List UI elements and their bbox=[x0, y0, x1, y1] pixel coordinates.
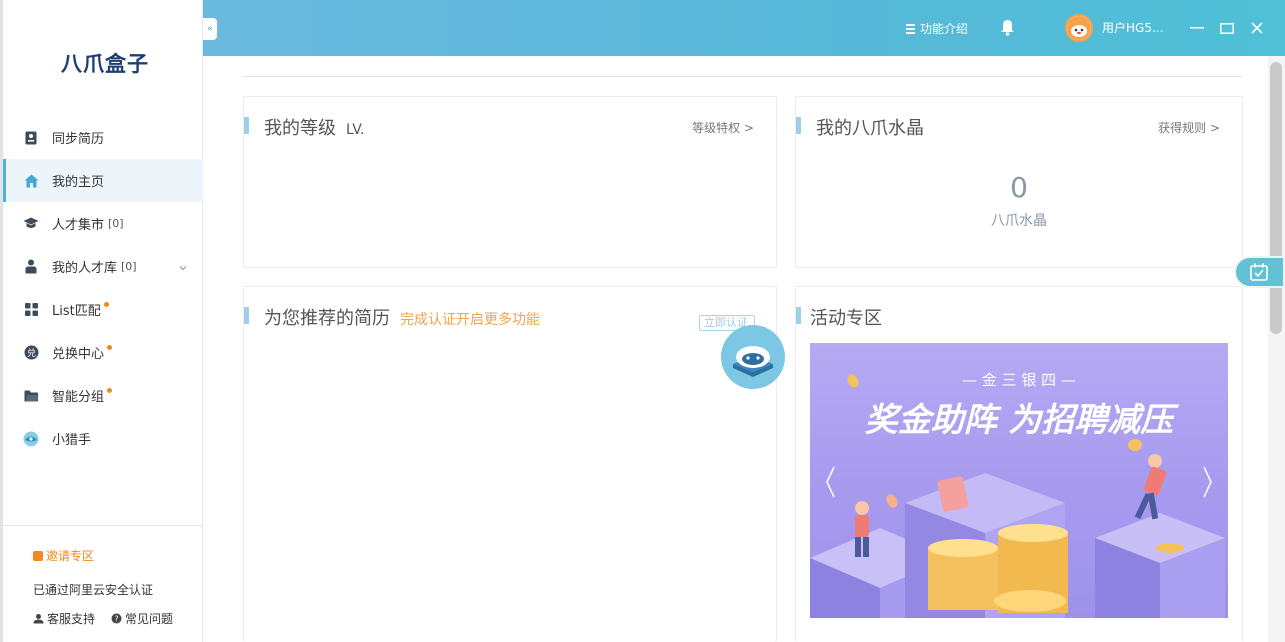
certification-note[interactable]: 完成认证开启更多功能 bbox=[400, 309, 540, 329]
activity-banner[interactable]: — 金 三 银 四 — 奖金助阵 为招聘减压 bbox=[810, 343, 1228, 618]
title-accent-bar bbox=[244, 117, 249, 134]
question-icon: ? bbox=[111, 613, 122, 624]
coin-icon bbox=[847, 374, 859, 388]
invite-zone-link[interactable]: 邀请专区 bbox=[33, 547, 203, 564]
banner-title: 奖金助阵 为招聘减压 bbox=[865, 400, 1179, 439]
crystal-unit-label: 八爪水晶 bbox=[991, 213, 1047, 229]
sidebar-item-my-home[interactable]: 我的主页 bbox=[3, 159, 203, 202]
sidebar-item-my-talent-pool[interactable]: 我的人才库 [0] bbox=[3, 245, 203, 288]
support-icon bbox=[33, 614, 44, 624]
sidebar-item-label: 我的主页 bbox=[52, 175, 105, 190]
level-card-title: 我的等级 LV. bbox=[264, 114, 364, 140]
exchange-icon: 兑 bbox=[23, 345, 39, 361]
level-title-text: 我的等级 bbox=[264, 118, 336, 139]
close-icon[interactable] bbox=[1242, 18, 1272, 38]
sidebar-item-label: List匹配 bbox=[52, 304, 101, 319]
title-accent-bar bbox=[796, 117, 801, 134]
grid-icon bbox=[23, 302, 39, 318]
sidebar-nav: 同步简历 我的主页 人才集市 [0] 我的人才库 [0] List匹配 兑 兑换… bbox=[3, 116, 203, 460]
robot-assistant-icon[interactable] bbox=[721, 325, 785, 389]
minimize-icon[interactable] bbox=[1182, 18, 1212, 38]
gift-icon bbox=[33, 550, 43, 561]
resume-icon bbox=[23, 130, 39, 146]
sign-in-calendar-button[interactable] bbox=[1234, 256, 1285, 288]
folder-icon bbox=[23, 388, 39, 404]
sidebar-item-label: 小猎手 bbox=[52, 433, 92, 448]
avatar[interactable] bbox=[1065, 14, 1093, 42]
customer-support-label: 客服支持 bbox=[47, 612, 96, 626]
sidebar-item-label: 智能分组 bbox=[52, 390, 105, 405]
crystal-count: 0 bbox=[1010, 171, 1028, 204]
chevron-down-icon[interactable] bbox=[179, 260, 187, 275]
sidebar-item-label: 我的人才库 bbox=[52, 261, 118, 276]
crystal-card-title: 我的八爪水晶 bbox=[816, 118, 924, 139]
svg-text:兑: 兑 bbox=[26, 347, 35, 359]
notification-dot bbox=[107, 345, 113, 350]
sidebar-item-label: 同步简历 bbox=[52, 132, 105, 147]
menu-icon bbox=[906, 22, 915, 36]
talent-pool-count: [0] bbox=[121, 260, 137, 273]
banner-subtitle: — 金 三 银 四 — bbox=[962, 371, 1076, 389]
scrollbar-thumb[interactable] bbox=[1270, 62, 1282, 334]
window-controls bbox=[1182, 18, 1272, 38]
support-links: 客服支持 ? 常见问题 bbox=[33, 610, 203, 627]
jumping-person-icon bbox=[1128, 439, 1167, 520]
banner-next-icon bbox=[1203, 466, 1212, 498]
home-icon bbox=[23, 173, 39, 189]
resume-title-text: 为您推荐的简历 bbox=[264, 308, 390, 329]
maximize-icon[interactable] bbox=[1212, 18, 1242, 38]
customer-support-link[interactable]: 客服支持 bbox=[33, 610, 95, 627]
activity-card-title: 活动专区 bbox=[810, 308, 882, 329]
activity-card: 活动专区 — 金 三 银 四 — 奖金助阵 为招聘减压 bbox=[795, 286, 1243, 642]
username[interactable]: 用户HG5... bbox=[1102, 19, 1163, 36]
sidebar-item-exchange-center[interactable]: 兑 兑换中心 bbox=[3, 331, 203, 374]
talent-market-count: [0] bbox=[108, 217, 124, 230]
bell-icon[interactable] bbox=[1000, 19, 1015, 40]
sidebar-item-list-match[interactable]: List匹配 bbox=[3, 288, 203, 331]
notification-dot bbox=[107, 388, 113, 393]
sidebar: 八爪盒子 同步简历 我的主页 人才集市 [0] 我的人才库 [0] List匹配… bbox=[0, 0, 203, 642]
graduation-cap-icon bbox=[23, 216, 39, 232]
security-auth-text: 已通过阿里云安全认证 bbox=[33, 583, 154, 597]
top-header: 功能介绍 用户HG5... bbox=[203, 0, 1285, 56]
function-intro-button[interactable]: 功能介绍 bbox=[906, 20, 968, 37]
title-accent-bar bbox=[796, 307, 801, 324]
app-logo[interactable]: 八爪盒子 bbox=[61, 48, 149, 78]
coin-icon bbox=[886, 494, 898, 508]
resume-card-title: 为您推荐的简历 完成认证开启更多功能 bbox=[264, 304, 540, 330]
sidebar-item-talent-market[interactable]: 人才集市 [0] bbox=[3, 202, 203, 245]
sidebar-footer: 邀请专区 已通过阿里云安全认证 客服支持 ? 常见问题 bbox=[3, 525, 203, 627]
person-icon bbox=[23, 259, 39, 275]
coin-icon bbox=[1156, 543, 1184, 553]
crystal-card: 我的八爪水晶 获得规则 > 0 八爪水晶 bbox=[795, 96, 1243, 268]
level-privilege-link[interactable]: 等级特权 > bbox=[692, 119, 754, 136]
invite-zone-label: 邀请专区 bbox=[46, 549, 95, 563]
divider bbox=[243, 76, 1243, 77]
sidebar-item-label: 人才集市 bbox=[52, 218, 105, 233]
notification-dot bbox=[103, 302, 109, 307]
faq-link[interactable]: ? 常见问题 bbox=[111, 610, 173, 627]
level-card: 我的等级 LV. 等级特权 > bbox=[243, 96, 777, 268]
level-value: LV. bbox=[346, 122, 365, 138]
faq-label: 常见问题 bbox=[125, 612, 174, 626]
sidebar-item-smart-group[interactable]: 智能分组 bbox=[3, 374, 203, 417]
svg-text:?: ? bbox=[114, 615, 118, 624]
title-accent-bar bbox=[244, 307, 249, 324]
sidebar-item-label: 兑换中心 bbox=[52, 347, 105, 362]
collapse-sidebar-icon[interactable]: « bbox=[203, 18, 217, 40]
banner-prev-icon bbox=[826, 466, 835, 498]
calendar-check-icon bbox=[1250, 263, 1268, 281]
hunter-icon bbox=[23, 431, 39, 447]
sidebar-item-little-hunter[interactable]: 小猎手 bbox=[3, 417, 203, 460]
crystal-rules-link[interactable]: 获得规则 > bbox=[1158, 119, 1220, 136]
function-intro-label: 功能介绍 bbox=[920, 22, 969, 36]
sidebar-item-sync-resume[interactable]: 同步简历 bbox=[3, 116, 203, 159]
recommended-resume-card: 为您推荐的简历 完成认证开启更多功能 立即认证 bbox=[243, 286, 777, 642]
